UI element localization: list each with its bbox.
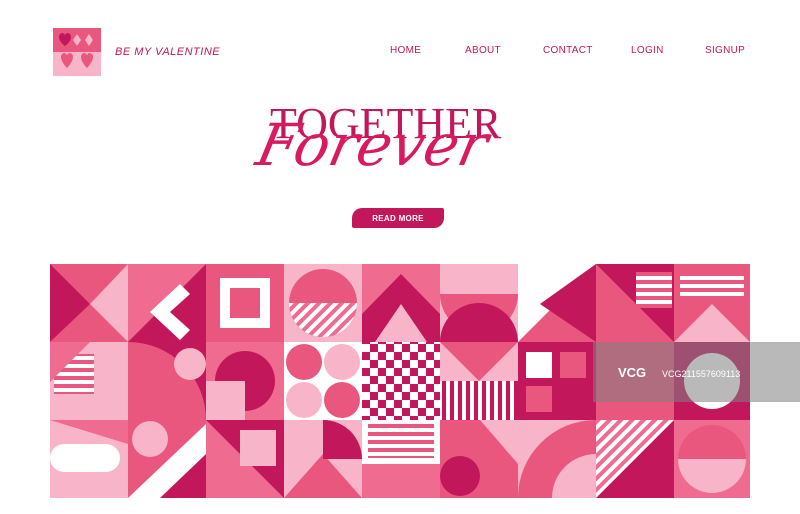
hearts-logo-icon: [53, 28, 101, 76]
nav-home[interactable]: HOME: [390, 45, 421, 56]
watermark-text: VCG211557609113: [662, 369, 741, 379]
site-name: BE MY VALENTINE: [115, 46, 221, 58]
read-more-button[interactable]: READ MORE: [352, 208, 444, 228]
watermark-logo: VCG: [618, 365, 647, 380]
nav-about[interactable]: ABOUT: [465, 45, 501, 56]
main-nav: HOME ABOUT CONTACT LOGIN SIGNUP: [380, 45, 750, 59]
nav-signup[interactable]: SIGNUP: [705, 45, 745, 56]
hero-script-title: Forever: [250, 111, 495, 179]
nav-contact[interactable]: CONTACT: [543, 45, 593, 56]
logo[interactable]: [53, 28, 101, 76]
nav-login[interactable]: LOGIN: [631, 45, 664, 56]
tile-row-1: [50, 264, 750, 342]
tile-row-3: [50, 420, 750, 498]
